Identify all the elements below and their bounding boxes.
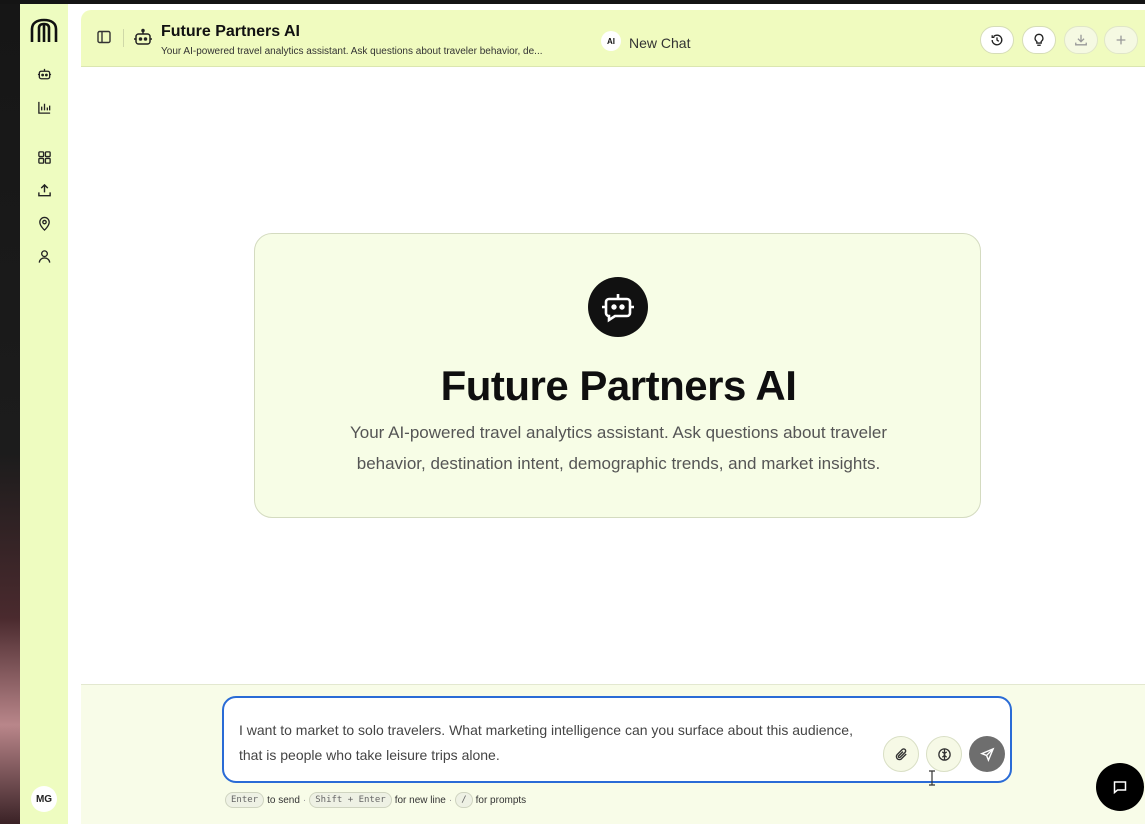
download-button[interactable] — [1064, 26, 1098, 54]
model-selector-button[interactable] — [926, 736, 962, 772]
location-icon — [38, 216, 50, 231]
message-icon — [1113, 781, 1127, 795]
new-chat-button[interactable] — [1104, 26, 1138, 54]
sidebar: MG — [20, 4, 68, 824]
chat-name[interactable]: New Chat — [629, 35, 690, 51]
sidebar-item-upload[interactable] — [30, 176, 58, 204]
slash-hint-text: for prompts — [475, 794, 527, 806]
avatar[interactable]: MG — [31, 786, 57, 812]
assistant-avatar — [588, 277, 648, 337]
assistant-bot-icon — [134, 28, 152, 45]
sidebar-item-chat[interactable] — [30, 60, 58, 88]
page-title: Future Partners AI — [161, 23, 300, 40]
chat-header: Future Partners AI Your AI-powered trave… — [81, 10, 1145, 67]
slash-key-hint: / — [455, 792, 473, 808]
shift-enter-hint-text: for new line — [394, 794, 446, 806]
attach-button[interactable] — [883, 736, 919, 772]
enter-key-hint: Enter — [225, 792, 265, 808]
header-divider — [123, 29, 124, 47]
send-icon — [979, 747, 994, 762]
enter-hint-text: to send — [267, 794, 300, 806]
page-subtitle: Your AI-powered travel analytics assista… — [161, 46, 543, 57]
keyboard-hints: Enter to send · Shift + Enter for new li… — [225, 792, 526, 808]
hint-separator: · — [448, 794, 453, 806]
history-button[interactable] — [980, 26, 1014, 54]
plus-icon — [1116, 35, 1126, 45]
sidebar-item-profile[interactable] — [30, 242, 58, 270]
app-window: MG Future Partners AI Your AI-powered tr… — [20, 4, 1145, 824]
lightbulb-icon — [1034, 33, 1044, 46]
welcome-title: Future Partners AI — [440, 362, 797, 409]
hint-separator: · — [302, 794, 307, 806]
chat-widget-button[interactable] — [1096, 763, 1144, 811]
message-input-box[interactable]: I want to market to solo travelers. What… — [222, 696, 1012, 783]
sidebar-item-analytics[interactable] — [30, 93, 58, 121]
upload-icon — [37, 183, 51, 196]
suggestions-button[interactable] — [1022, 26, 1056, 54]
shift-enter-key-hint: Shift + Enter — [309, 792, 392, 808]
user-icon — [38, 249, 50, 263]
bot-chat-icon — [602, 294, 634, 323]
text-cursor-icon — [929, 770, 935, 786]
history-icon — [991, 34, 1003, 46]
paperclip-icon — [895, 747, 907, 760]
welcome-card: Future Partners AI Your AI-powered trave… — [254, 233, 981, 518]
bot-icon — [37, 68, 51, 79]
sidebar-item-dashboards[interactable] — [30, 143, 58, 171]
message-input[interactable]: I want to market to solo travelers. What… — [239, 718, 859, 768]
welcome-description: Your AI-powered travel analytics assista… — [349, 423, 888, 473]
brand-logo-icon[interactable] — [29, 18, 59, 44]
desktop-background — [0, 0, 20, 824]
chart-icon — [37, 101, 50, 114]
composer-area: I want to market to solo travelers. What… — [81, 684, 1145, 824]
download-icon — [1075, 34, 1087, 46]
sidebar-item-locations[interactable] — [30, 209, 58, 237]
sidebar-toggle-icon[interactable] — [96, 29, 112, 45]
brain-icon — [937, 747, 951, 761]
grid-icon — [37, 150, 51, 164]
chat-badge: AI — [601, 31, 621, 51]
send-button[interactable] — [969, 736, 1005, 772]
